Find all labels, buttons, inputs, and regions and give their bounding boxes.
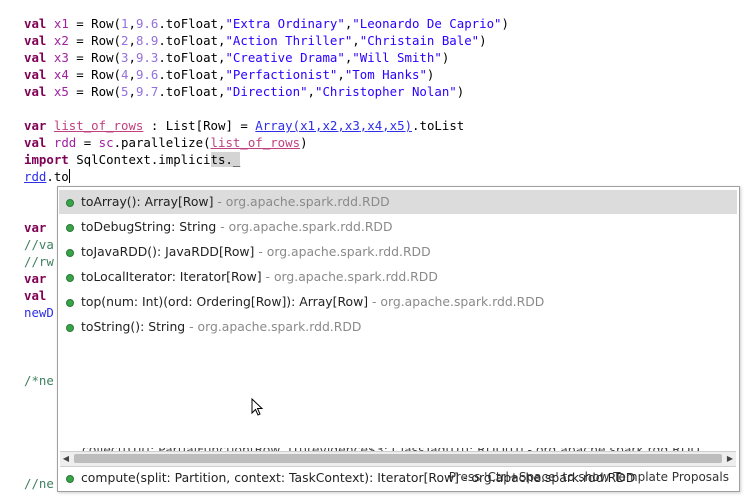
scroll-left-icon[interactable]: ◀: [60, 452, 72, 466]
method-icon: [66, 274, 74, 282]
code-fragment: //va: [24, 237, 54, 252]
content-assist-popup[interactable]: toArray(): Array[Row] - org.apache.spark…: [57, 186, 740, 492]
template-hint: Press 'Ctrl+Space' to show Template Prop…: [448, 470, 729, 484]
code-line-active[interactable]: rdd.to: [24, 168, 70, 185]
proposal-item[interactable]: toLocalIterator: Iterator[Row] - org.apa…: [59, 265, 737, 289]
proposal-item[interactable]: toArray(): Array[Row] - org.apache.spark…: [59, 190, 737, 214]
method-icon: [66, 324, 74, 332]
code-line: val x3 = Row(3,9.3.toFloat,"Creative Dra…: [24, 50, 450, 65]
code-line: var list_of_rows : List[Row] = Array(x1,…: [24, 118, 465, 133]
code-fragment: newD: [24, 305, 54, 320]
method-icon: [66, 199, 74, 207]
code-fragment: var: [24, 220, 47, 235]
scroll-right-icon[interactable]: ▶: [724, 452, 736, 466]
mouse-pointer-icon: [251, 398, 264, 416]
method-icon: [66, 249, 74, 257]
scroll-thumb[interactable]: [74, 454, 722, 463]
code-line: val x4 = Row(4,9.6.toFloat,"Perfactionis…: [24, 67, 435, 82]
code-fragment: var: [24, 271, 47, 286]
method-icon: [66, 224, 74, 232]
code-fragment: //ne: [24, 476, 54, 491]
code-line: val x5 = Row(5,9.7.toFloat,"Direction","…: [24, 84, 465, 99]
method-icon: [66, 299, 74, 307]
proposal-item[interactable]: toString(): String - org.apache.spark.rd…: [59, 315, 737, 339]
method-icon: [66, 475, 74, 483]
code-line: import SqlContext.implicits._: [24, 152, 241, 167]
code-fragment: val: [24, 288, 47, 303]
code-fragment: //rw: [24, 254, 54, 269]
code-line: val rdd = sc.parallelize(list_of_rows): [24, 135, 308, 150]
proposal-status-bar: compute(split: Partition, context: TaskC…: [59, 466, 737, 489]
horizontal-scrollbar[interactable]: ◀ ▶: [60, 451, 736, 467]
code-line: val x2 = Row(2,8.9.toFloat,"Action Thril…: [24, 33, 487, 48]
proposal-item[interactable]: toJavaRDD(): JavaRDD[Row] - org.apache.s…: [59, 240, 737, 264]
code-line: val x1 = Row(1,9.6.toFloat,"Extra Ordina…: [24, 16, 509, 31]
proposal-item[interactable]: toDebugString: String - org.apache.spark…: [59, 215, 737, 239]
proposal-item[interactable]: top(num: Int)(ord: Ordering[Row]): Array…: [59, 290, 737, 314]
text-cursor: [68, 169, 70, 183]
code-fragment: /*ne: [24, 373, 54, 388]
